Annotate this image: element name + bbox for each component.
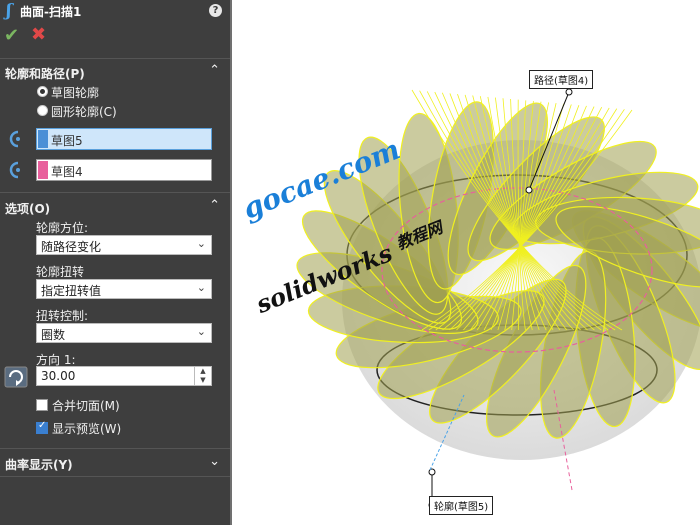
divider	[0, 192, 230, 193]
direction-reverse-icon[interactable]	[4, 366, 28, 388]
ok-button[interactable]: ✔	[4, 25, 19, 46]
action-buttons: ✔ ✖	[0, 24, 230, 51]
orientation-label: 轮廓方位:	[36, 221, 89, 235]
chevron-up-icon: ⌃	[209, 198, 220, 213]
profile-selection-box[interactable]: 草图5	[36, 128, 212, 150]
radio-circular-profile[interactable]: 圆形轮廓(C)	[0, 101, 230, 119]
path-anchor	[525, 186, 533, 194]
section-header-profile-path[interactable]: 轮廓和路径(P) ⌃	[0, 62, 230, 82]
chevron-down-icon: ⌄	[209, 454, 220, 469]
spin-value: 30.00	[41, 369, 76, 383]
divider	[0, 58, 230, 59]
section-header-options[interactable]: 选项(O) ⌃	[0, 197, 230, 217]
path-icon	[9, 161, 20, 179]
divider	[0, 448, 230, 449]
property-manager-panel: ʃ 曲面-扫描1 ? ✔ ✖ 轮廓和路径(P) ⌃ 草图轮廓 圆形轮廓(C) 草…	[0, 0, 230, 525]
radio-label: 草图轮廓	[51, 86, 100, 100]
path-anchor	[565, 88, 573, 96]
twist-label: 轮廓扭转	[36, 265, 85, 279]
radio-sketch-profile[interactable]: 草图轮廓	[0, 82, 230, 100]
chevron-down-icon: ⌄	[196, 237, 206, 250]
spin-buttons[interactable]: ▲ ▼	[194, 367, 211, 385]
surface-sweep-icon: ʃ	[6, 1, 12, 21]
dropdown-value: 圈数	[41, 328, 66, 342]
path-callout[interactable]: 路径(草图4)	[529, 70, 594, 89]
path-color-swatch	[38, 161, 48, 179]
dropdown-value: 指定扭转值	[41, 284, 102, 298]
radio-button[interactable]	[37, 105, 48, 116]
twist-dropdown[interactable]: 指定扭转值 ⌄	[36, 279, 212, 299]
direction-spinbox[interactable]: 30.00 ▲ ▼	[36, 366, 212, 386]
section-label: 曲率显示(Y)	[5, 458, 73, 472]
dropdown-value: 随路径变化	[41, 240, 102, 254]
section-label: 选项(O)	[5, 202, 51, 216]
merge-tangent-label: 合并切面(M)	[52, 399, 120, 413]
profile-selection-value: 草图5	[51, 134, 83, 148]
twist-control-label: 扭转控制:	[36, 309, 89, 323]
merge-tangent-checkbox[interactable]	[36, 399, 48, 411]
path-selection-value: 草图4	[51, 165, 83, 179]
graphics-viewport[interactable]: 路径(草图4) 轮廓(草图5) gocae.com solidworks 教程网	[232, 0, 700, 525]
swept-surface-model	[296, 88, 700, 509]
section-label: 轮廓和路径(P)	[5, 67, 85, 81]
profile-icon	[9, 130, 20, 148]
divider	[0, 476, 230, 477]
chevron-down-icon: ⌄	[196, 325, 206, 338]
section-header-curvature[interactable]: 曲率显示(Y) ⌄	[0, 453, 230, 473]
chevron-down-icon: ⌄	[196, 281, 206, 294]
show-preview-label: 显示预览(W)	[52, 422, 122, 436]
show-preview-checkbox[interactable]	[36, 420, 48, 434]
profile-color-swatch	[38, 130, 48, 148]
chevron-up-icon: ⌃	[209, 63, 220, 78]
cancel-button[interactable]: ✖	[31, 24, 46, 45]
help-icon[interactable]: ?	[209, 4, 222, 17]
radio-button[interactable]	[37, 86, 48, 97]
panel-title: 曲面-扫描1	[20, 5, 82, 19]
twist-control-dropdown[interactable]: 圈数 ⌄	[36, 323, 212, 343]
panel-title-bar: ʃ 曲面-扫描1 ?	[0, 0, 230, 24]
profile-callout[interactable]: 轮廓(草图5)	[429, 496, 494, 515]
orientation-dropdown[interactable]: 随路径变化 ⌄	[36, 235, 212, 255]
path-selection-box[interactable]: 草图4	[36, 159, 212, 181]
radio-label: 圆形轮廓(C)	[51, 105, 117, 119]
